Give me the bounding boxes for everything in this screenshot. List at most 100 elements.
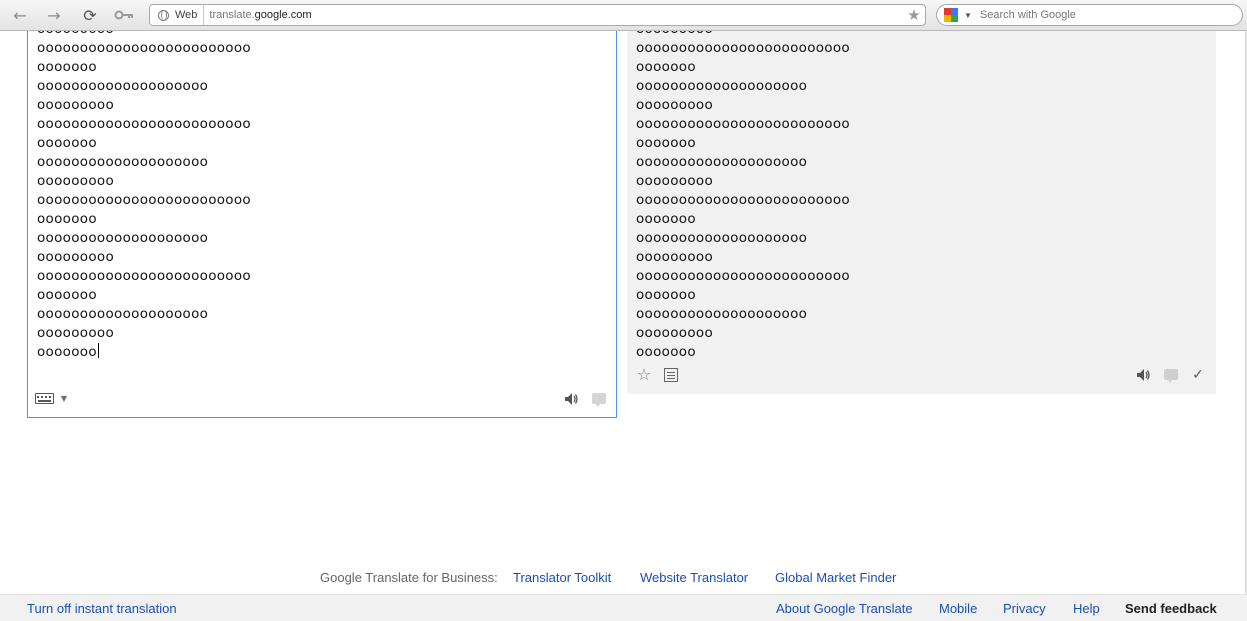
speech-bubble-icon[interactable] <box>1164 369 1178 383</box>
translation-result-area: ooooooooooooooooooooooooo ooooooo oooooooo… <box>627 31 1216 394</box>
business-label: Google Translate for Business: <box>320 570 498 585</box>
bookmark-star-icon[interactable]: ★ <box>903 6 925 24</box>
translation-line: ooooooooo <box>636 248 850 267</box>
speaker-icon[interactable] <box>563 391 579 407</box>
privacy-link[interactable]: Privacy <box>1003 601 1046 616</box>
source-line-text: ooooooo <box>37 287 97 303</box>
translation-line: ooooooooo <box>636 324 850 343</box>
mobile-link[interactable]: Mobile <box>939 601 977 616</box>
translation-line: ooooooo <box>636 343 850 362</box>
source-line: ooooooooo <box>37 31 251 39</box>
google-search-engine-icon[interactable] <box>944 8 958 22</box>
source-line: ooooooooo <box>37 96 251 115</box>
source-line-text: oooooooooooooooooooo <box>37 78 209 94</box>
source-line-text: ooooooooooooooooooooooooo <box>37 192 251 208</box>
source-line-text: ooooooooo <box>37 325 115 341</box>
send-feedback-link[interactable]: Send feedback <box>1125 601 1217 616</box>
source-line: ooooooooo <box>37 172 251 191</box>
web-chip[interactable]: Web <box>150 5 205 25</box>
source-text-lines: ooooooooooooooooooooooooo ooooooo oooooooo… <box>37 31 251 362</box>
help-link[interactable]: Help <box>1073 601 1100 616</box>
translation-line: oooooooooooooooooooo <box>636 77 850 96</box>
chevron-down-icon[interactable]: ▼ <box>964 11 972 20</box>
translation-line-text: ooooooooooooooooooooooooo <box>636 268 850 284</box>
translation-text-lines: ooooooooooooooooooooooooo ooooooo oooooooo… <box>636 31 850 362</box>
translation-line-text: oooooooooooooooooooo <box>636 154 808 170</box>
search-placeholder: Search with Google <box>979 9 1076 21</box>
source-line-text: ooooooooo <box>37 97 115 113</box>
url-host: google.com <box>254 9 312 21</box>
forward-arrow-icon[interactable]: → <box>43 5 65 25</box>
translation-line: oooooooooooooooooooo <box>636 153 850 172</box>
back-arrow-icon[interactable]: ← <box>9 5 31 25</box>
chevron-down-icon[interactable]: ▼ <box>59 393 69 405</box>
source-line-text: oooooooooooooooooooo <box>37 230 209 246</box>
translation-line-text: ooooooooooooooooooooooooo <box>636 116 850 132</box>
turn-off-instant-translation-link[interactable]: Turn off instant translation <box>27 601 177 616</box>
translator-toolkit-link[interactable]: Translator Toolkit <box>513 570 611 585</box>
source-line: ooooooooooooooooooooooooo <box>37 39 251 58</box>
source-line-text: ooooooo <box>37 211 97 227</box>
browser-toolbar: ← → ⟳ Web translate.google.com ★ ▼ Searc… <box>0 0 1247 31</box>
source-line-text: oooooooooooooooooooo <box>37 154 209 170</box>
source-line-text: ooooooo <box>37 344 97 360</box>
source-line-text: ooooooooo <box>37 31 114 37</box>
translation-line: ooooooooooooooooooooooooo <box>636 39 850 58</box>
translation-line: oooooooooooooooooooo <box>636 305 850 324</box>
source-line: ooooooo <box>37 210 251 229</box>
list-view-icon[interactable] <box>664 368 678 382</box>
translation-line-text: ooooooo <box>636 59 696 75</box>
global-market-finder-link[interactable]: Global Market Finder <box>775 570 896 585</box>
translation-line-text: ooooooooo <box>636 325 714 341</box>
source-line-text: ooooooooooooooooooooooooo <box>37 268 251 284</box>
footer-bar: Turn off instant translation About Googl… <box>0 594 1247 621</box>
translation-line: ooooooo <box>636 134 850 153</box>
translation-line-text: oooooooooooooooooooo <box>636 230 808 246</box>
key-icon[interactable] <box>113 5 135 25</box>
source-line-text: ooooooo <box>37 135 97 151</box>
source-line: ooooooo <box>37 134 251 153</box>
source-line-text: ooooooooo <box>37 249 115 265</box>
source-line: ooooooooo <box>37 324 251 343</box>
source-line: oooooooooooooooooooo <box>37 153 251 172</box>
address-bar[interactable]: Web translate.google.com ★ <box>149 4 926 26</box>
source-line-text: ooooooooooooooooooooooooo <box>37 40 251 56</box>
source-line-text: ooooooooo <box>37 173 115 189</box>
checkmark-icon[interactable]: ✓ <box>1190 367 1206 383</box>
source-line: ooooooo <box>37 58 251 77</box>
translation-line-text: ooooooooo <box>636 31 713 37</box>
translation-line: ooooooooo <box>636 96 850 115</box>
translation-line: ooooooooo <box>636 172 850 191</box>
source-line: ooooooo <box>37 286 251 305</box>
translation-line-text: ooooooo <box>636 211 696 227</box>
source-line: oooooooooooooooooooo <box>37 77 251 96</box>
translation-line-text: ooooooo <box>636 344 696 360</box>
translation-line: ooooooo <box>636 58 850 77</box>
translation-line-text: oooooooooooooooooooo <box>636 78 808 94</box>
translation-line-text: oooooooooooooooooooo <box>636 306 808 322</box>
web-chip-label: Web <box>175 9 198 21</box>
url-text[interactable]: translate.google.com <box>204 9 903 21</box>
source-text-area[interactable]: ooooooooooooooooooooooooo ooooooo oooooooo… <box>27 31 617 418</box>
source-line: ooooooooo <box>37 248 251 267</box>
source-line: ooooooooooooooooooooooooo <box>37 115 251 134</box>
source-line-text: ooooooo <box>37 59 97 75</box>
reload-icon[interactable]: ⟳ <box>79 5 101 25</box>
source-line: oooooooooooooooooooo <box>37 229 251 248</box>
translation-line: ooooooooo <box>636 31 850 39</box>
keyboard-icon[interactable] <box>35 393 54 404</box>
translation-line: ooooooooooooooooooooooooo <box>636 191 850 210</box>
text-cursor <box>97 343 99 358</box>
speaker-icon[interactable] <box>1135 367 1151 383</box>
translation-line: ooooooooooooooooooooooooo <box>636 115 850 134</box>
translation-line-text: ooooooooo <box>636 97 714 113</box>
search-box[interactable]: ▼ Search with Google <box>936 4 1243 26</box>
translation-line: ooooooo <box>636 210 850 229</box>
translation-line: ooooooooooooooooooooooooo <box>636 267 850 286</box>
star-icon[interactable]: ☆ <box>636 367 652 383</box>
about-google-translate-link[interactable]: About Google Translate <box>776 601 913 616</box>
website-translator-link[interactable]: Website Translator <box>640 570 748 585</box>
source-line-text: oooooooooooooooooooo <box>37 306 209 322</box>
source-line: ooooooooooooooooooooooooo <box>37 191 251 210</box>
speech-bubble-icon[interactable] <box>592 393 606 407</box>
